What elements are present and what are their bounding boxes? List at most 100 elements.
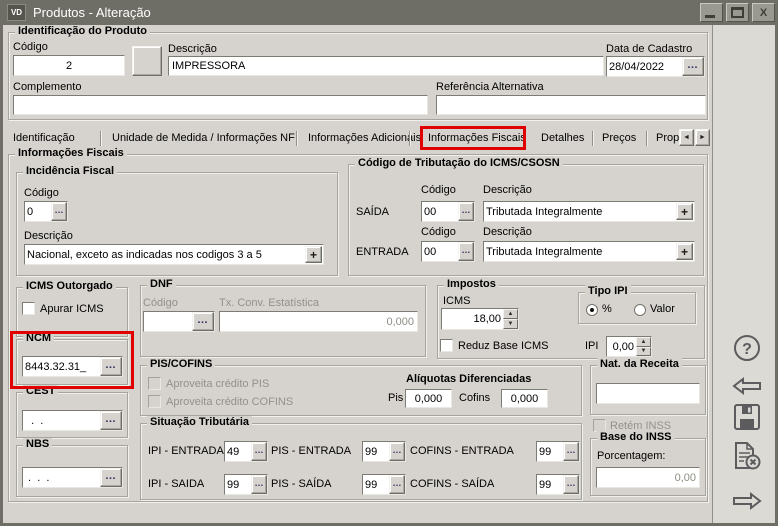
dnf-tx-label: Tx. Conv. Estatística <box>219 297 319 309</box>
tab-separator <box>646 131 647 146</box>
aliquotas-cofins-input[interactable] <box>501 389 548 408</box>
group-title: NCM <box>23 332 54 344</box>
tributacao-saida-descricao-label: Descrição <box>483 184 532 196</box>
saida-codigo-ellipsis-button[interactable] <box>458 202 474 221</box>
incidencia-descricao-input[interactable] <box>25 245 304 264</box>
maximize-icon[interactable] <box>726 3 749 22</box>
tipo-ipi-valor-radio[interactable] <box>634 304 646 316</box>
tributacao-entrada-codigo-label: Código <box>421 226 456 238</box>
situacao-tributaria-group: Situação Tributária <box>140 423 582 500</box>
cest-input[interactable] <box>23 411 100 430</box>
tab-informacoes-fiscais-active[interactable]: Informações Fiscais <box>428 132 526 144</box>
cofins-entrada-input[interactable] <box>537 442 563 461</box>
ipi-entrada-input[interactable] <box>225 442 251 461</box>
group-title: Identificação do Produto <box>15 25 150 37</box>
spin-up-icon[interactable] <box>636 337 651 347</box>
close-icon[interactable] <box>752 3 775 22</box>
data-cadastro-label: Data de Cadastro <box>606 43 692 55</box>
nat-receita-input[interactable] <box>596 383 700 404</box>
dnf-codigo-input <box>144 312 192 331</box>
ipi-saida-ellipsis-button[interactable] <box>251 475 267 494</box>
entrada-codigo-ellipsis-button[interactable] <box>458 242 474 261</box>
tab-scroll-left-icon[interactable] <box>679 129 694 146</box>
group-title: Código de Tributação do ICMS/CSOSN <box>355 157 563 169</box>
incidencia-codigo-label: Código <box>24 187 59 199</box>
saida-codigo-input[interactable] <box>422 202 458 221</box>
product-lookup-button[interactable] <box>132 46 162 76</box>
spin-down-icon[interactable] <box>503 319 518 329</box>
aliquotas-pis-label: Pis <box>388 392 403 404</box>
pis-entrada-input[interactable] <box>363 442 389 461</box>
aliquotas-cofins-label: Cofins <box>459 392 490 404</box>
ncm-input[interactable] <box>23 357 100 376</box>
pis-entrada-ellipsis-button[interactable] <box>389 442 405 461</box>
tab-unidade-medida-informacoes-nf[interactable]: Unidade de Medida / Informações NF <box>112 132 295 144</box>
minimize-icon[interactable] <box>700 3 723 22</box>
data-cadastro-ellipsis-button[interactable] <box>682 57 704 76</box>
ipi-saida-field <box>224 474 268 495</box>
cofins-saida-input[interactable] <box>537 475 563 494</box>
spin-up-icon[interactable] <box>503 309 518 319</box>
pis-saida-input[interactable] <box>363 475 389 494</box>
ipi-entrada-ellipsis-button[interactable] <box>251 442 267 461</box>
tab-identificacao[interactable]: Identificação <box>13 132 75 144</box>
ipi-saida-input[interactable] <box>225 475 251 494</box>
tab-detalhes[interactable]: Detalhes <box>541 132 584 144</box>
discard-record-button[interactable] <box>727 438 767 474</box>
titlebar: VD Produtos - Alteração <box>0 0 778 25</box>
incidencia-descricao-dropdown-icon[interactable] <box>305 246 322 263</box>
group-title: ICMS Outorgado <box>23 280 116 292</box>
tipo-ipi-valor-label: Valor <box>650 303 675 315</box>
pis-saida-ellipsis-button[interactable] <box>389 475 405 494</box>
data-cadastro-input[interactable] <box>607 57 682 76</box>
cofins-saida-label: COFINS - SAÍDA <box>410 478 494 490</box>
save-button[interactable] <box>727 399 767 435</box>
saida-descricao-input[interactable] <box>484 202 675 221</box>
aliquotas-pis-input[interactable] <box>405 389 452 408</box>
complemento-input[interactable] <box>13 95 428 115</box>
tab-prop-truncated[interactable]: Prop <box>656 132 679 144</box>
tributacao-entrada-descricao-label: Descrição <box>483 226 532 238</box>
nbs-input[interactable] <box>23 468 100 487</box>
tipo-ipi-percent-radio[interactable] <box>586 304 598 316</box>
ipi-input[interactable] <box>607 337 636 356</box>
reduz-base-icms-checkbox[interactable] <box>440 339 453 352</box>
incidencia-codigo-input[interactable] <box>25 202 51 221</box>
next-record-button[interactable] <box>727 483 767 519</box>
descricao-input[interactable] <box>168 56 604 76</box>
back-arrow-icon <box>731 376 763 396</box>
cofins-entrada-ellipsis-button[interactable] <box>563 442 579 461</box>
tab-informacoes-adicionais[interactable]: Informações Adicionais <box>308 132 421 144</box>
cest-field <box>22 410 123 431</box>
group-title: NBS <box>23 438 52 450</box>
cofins-saida-ellipsis-button[interactable] <box>563 475 579 494</box>
icms-spinner <box>503 309 518 329</box>
group-title: Impostos <box>444 278 499 290</box>
dnf-tx-input <box>219 311 418 332</box>
icms-input[interactable] <box>442 309 503 329</box>
dnf-codigo-ellipsis-button <box>192 312 214 331</box>
group-title: CEST <box>23 385 58 397</box>
entrada-descricao-input[interactable] <box>484 242 675 261</box>
cest-ellipsis-button[interactable] <box>100 411 122 430</box>
incidencia-descricao-combo <box>24 244 324 265</box>
tab-scroll-right-icon[interactable] <box>695 129 710 146</box>
tab-precos[interactable]: Preços <box>602 132 636 144</box>
referencia-alternativa-input[interactable] <box>436 95 706 115</box>
entrada-codigo-field <box>421 241 475 262</box>
spin-down-icon[interactable] <box>636 347 651 357</box>
help-button[interactable]: ? <box>727 330 767 366</box>
apurar-icms-checkbox[interactable] <box>22 302 35 315</box>
porcentagem-input[interactable] <box>596 467 700 488</box>
saida-descricao-dropdown-icon[interactable] <box>676 203 693 220</box>
nbs-ellipsis-button[interactable] <box>100 468 122 487</box>
discard-record-icon <box>732 441 762 471</box>
cofins-entrada-label: COFINS - ENTRADA <box>410 445 514 457</box>
entrada-descricao-dropdown-icon[interactable] <box>676 243 693 260</box>
incidencia-codigo-ellipsis-button[interactable] <box>51 202 67 221</box>
entrada-codigo-input[interactable] <box>422 242 458 261</box>
referencia-alternativa-label: Referência Alternativa <box>436 81 544 93</box>
cofins-entrada-field <box>536 441 580 462</box>
ncm-ellipsis-button[interactable] <box>100 357 122 376</box>
codigo-input[interactable] <box>13 55 125 76</box>
